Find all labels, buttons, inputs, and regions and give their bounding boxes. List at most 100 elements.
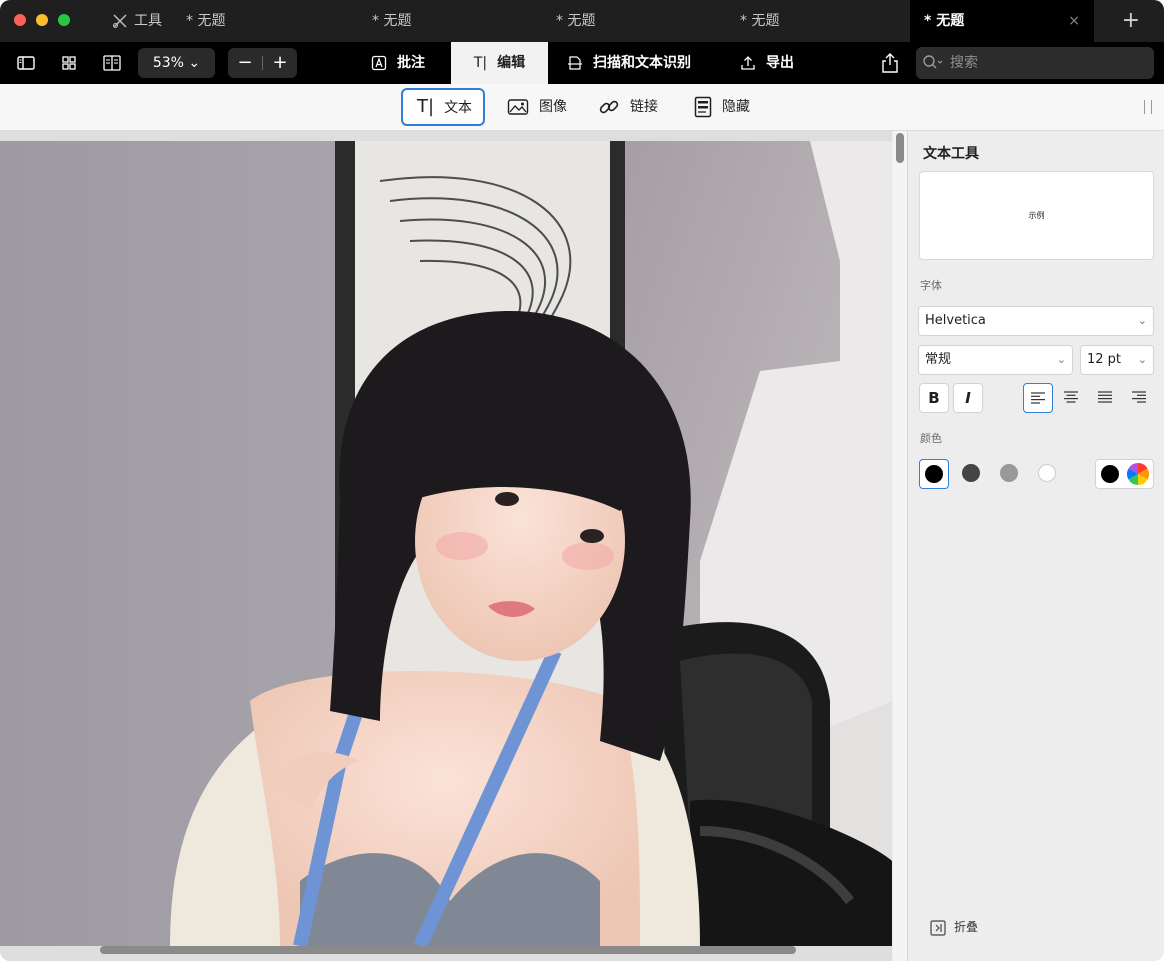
mode-label: 编辑 (497, 55, 526, 71)
toolbar-grip[interactable] (1144, 100, 1152, 114)
color-label: 颜色 (920, 432, 942, 445)
document-photo (0, 141, 892, 946)
font-label: 字体 (920, 279, 942, 292)
font-family-value: Helvetica (925, 313, 986, 328)
align-right-button[interactable] (1125, 383, 1153, 411)
vertical-scrollbar[interactable] (893, 131, 907, 961)
custom-color-picker[interactable] (1095, 459, 1154, 489)
edit-toolbar: T| 文本 图像 链接 隐藏 (0, 84, 1164, 131)
text-tool-inspector: 文本工具 示例 字体 Helvetica ⌄ 常规 ⌄ 12 pt ⌄ B I (907, 131, 1164, 961)
link-tool-button[interactable]: 链接 (598, 90, 658, 124)
font-preview: 示例 (919, 171, 1154, 260)
document-canvas[interactable] (0, 131, 892, 961)
chevron-down-icon: ⌄ (1056, 353, 1066, 366)
mode-label: 批注 (397, 55, 425, 71)
align-justify-button[interactable] (1091, 383, 1119, 411)
search-icon (923, 55, 943, 69)
main-toolbar: 53% ⌄ − + 批注 T| 编辑 扫描和文本识别 导出 搜索 (0, 42, 1164, 84)
color-swatch-gray[interactable] (995, 459, 1023, 487)
mode-scan-ocr[interactable]: 扫描和文本识别 (567, 42, 691, 84)
tool-label: 图像 (539, 99, 567, 115)
swatch-dot (1038, 464, 1056, 482)
color-wheel-icon (1127, 463, 1149, 485)
tab-label: * 无题 (924, 13, 965, 29)
font-size-value: 12 pt (1087, 352, 1122, 367)
tab-document-active[interactable]: * 无题 × (910, 0, 1094, 42)
tab-document[interactable]: * 无题 (372, 0, 411, 42)
close-window-button[interactable] (14, 14, 26, 26)
tab-label: * 无题 (372, 13, 412, 29)
inspector-title: 文本工具 (923, 146, 979, 162)
zoom-dropdown[interactable]: 53% ⌄ (138, 48, 215, 78)
swatch-dot (925, 465, 943, 483)
tab-label: * 无题 (556, 13, 596, 29)
tool-label: 隐藏 (722, 99, 750, 115)
thumbnails-icon[interactable] (59, 53, 79, 73)
redact-tool-button[interactable]: 隐藏 (694, 90, 750, 124)
minimize-window-button[interactable] (36, 14, 48, 26)
image-tool-button[interactable]: 图像 (507, 90, 567, 124)
current-color-dot (1101, 465, 1119, 483)
vertical-scroll-thumb[interactable] (896, 133, 904, 163)
mode-annotate[interactable]: 批注 (371, 42, 425, 84)
bold-button[interactable]: B (919, 383, 949, 413)
zoom-window-button[interactable] (58, 14, 70, 26)
tab-document[interactable]: * 无题 (556, 0, 595, 42)
add-tab-button[interactable]: + (1122, 0, 1140, 42)
zoom-stepper: − + (228, 48, 297, 78)
mode-export[interactable]: 导出 (740, 42, 794, 84)
swatch-dot (1000, 464, 1018, 482)
chevron-down-icon: ⌄ (1137, 353, 1147, 366)
color-swatch-white[interactable] (1033, 459, 1061, 487)
app-window: 工具 * 无题 * 无题 * 无题 * 无题 * 无题 × + 53% ⌄ − … (0, 0, 1164, 961)
align-left-icon (1031, 392, 1045, 404)
align-left-button[interactable] (1023, 383, 1053, 413)
image-icon (507, 99, 529, 115)
close-tab-icon[interactable]: × (1068, 0, 1080, 42)
color-swatch-dark-gray[interactable] (957, 459, 985, 487)
share-icon[interactable] (880, 52, 900, 74)
mode-label: 导出 (766, 55, 794, 71)
tools-icon (113, 14, 127, 28)
zoom-out-button[interactable]: − (228, 48, 262, 78)
tab-label: * 无题 (740, 13, 780, 29)
annotate-icon (371, 55, 387, 71)
text-tool-button[interactable]: T| 文本 (401, 88, 485, 126)
font-style-select[interactable]: 常规 ⌄ (918, 345, 1073, 375)
tab-document[interactable]: * 无题 (186, 0, 225, 42)
align-justify-icon (1098, 391, 1112, 403)
text-cursor-icon: T| (473, 55, 488, 71)
mode-edit[interactable]: T| 编辑 (451, 42, 548, 84)
scan-icon (568, 56, 582, 70)
sidebar-icon[interactable] (16, 53, 36, 73)
tab-label: * 无题 (186, 13, 226, 29)
zoom-in-button[interactable]: + (263, 48, 297, 78)
collapse-panel-icon (930, 919, 946, 936)
tab-tools[interactable]: 工具 (112, 0, 162, 42)
font-style-value: 常规 (925, 352, 952, 367)
fold-label: 折叠 (954, 920, 979, 934)
mode-label: 扫描和文本识别 (593, 55, 691, 71)
font-size-select[interactable]: 12 pt ⌄ (1080, 345, 1154, 375)
font-family-select[interactable]: Helvetica ⌄ (918, 306, 1154, 336)
tab-bar: 工具 * 无题 * 无题 * 无题 * 无题 * 无题 × + (0, 0, 1164, 42)
align-center-icon (1064, 391, 1078, 403)
swatch-dot (962, 464, 980, 482)
link-icon (599, 100, 619, 114)
horizontal-scroll-thumb[interactable] (100, 946, 796, 954)
tab-label: 工具 (134, 13, 162, 29)
tab-document[interactable]: * 无题 (740, 0, 779, 42)
color-swatch-black[interactable] (919, 459, 949, 489)
align-center-button[interactable] (1057, 383, 1085, 411)
collapse-inspector-button[interactable]: 折叠 (930, 918, 978, 936)
export-icon (741, 56, 755, 70)
text-cursor-icon: T| (417, 96, 435, 117)
tool-label: 文本 (444, 100, 473, 116)
chevron-down-icon: ⌄ (1137, 314, 1147, 327)
tool-label: 链接 (630, 99, 658, 115)
italic-button[interactable]: I (953, 383, 983, 413)
redact-icon (694, 96, 712, 118)
search-placeholder: 搜索 (950, 55, 978, 71)
page-layout-icon[interactable] (102, 53, 122, 73)
search-input[interactable]: 搜索 (916, 47, 1154, 79)
